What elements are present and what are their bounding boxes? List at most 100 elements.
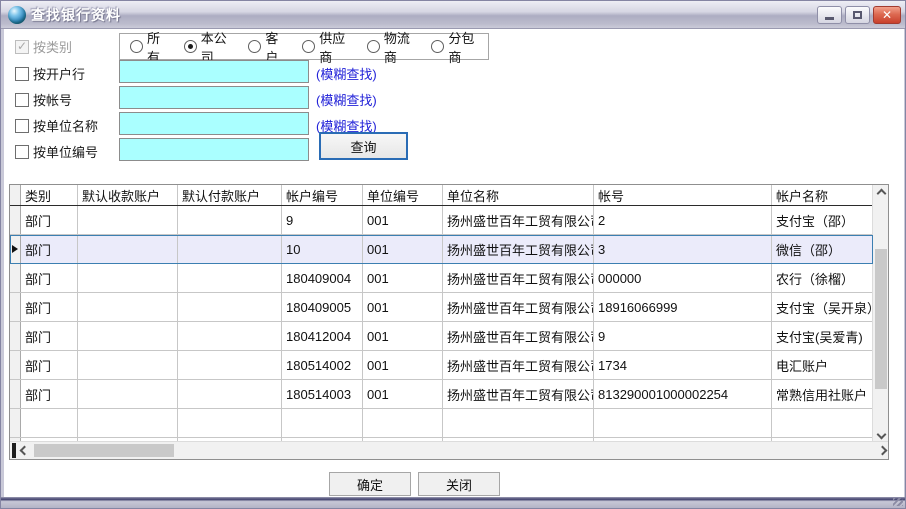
table-cell[interactable]: 扬州盛世百年工贸有限公司 bbox=[443, 235, 594, 263]
table-row[interactable]: 部门180514003001扬州盛世百年工贸有限公司81329000100000… bbox=[10, 380, 873, 409]
table-row[interactable]: 部门180514002001扬州盛世百年工贸有限公司1734电汇账户 bbox=[10, 351, 873, 380]
table-cell[interactable]: 扬州盛世百年工贸有限公司 bbox=[443, 322, 594, 350]
table-cell[interactable] bbox=[178, 322, 282, 350]
column-header[interactable]: 帐户编号 bbox=[282, 185, 363, 205]
column-header[interactable]: 默认付款账户 bbox=[178, 185, 282, 205]
table-cell[interactable]: 部门 bbox=[21, 264, 78, 292]
unit-code-input[interactable] bbox=[119, 138, 309, 161]
table-cell[interactable]: 001 bbox=[363, 206, 443, 234]
account-input[interactable] bbox=[119, 86, 309, 109]
resize-grip[interactable] bbox=[893, 498, 903, 506]
table-cell[interactable]: 9 bbox=[282, 206, 363, 234]
table-cell[interactable]: 180412004 bbox=[282, 322, 363, 350]
column-header[interactable]: 帐号 bbox=[594, 185, 772, 205]
table-row[interactable]: 部门 180412004001扬州盛世百年工贸有限公司9支付宝(吴爱青) bbox=[10, 322, 873, 351]
column-header[interactable]: 单位名称 bbox=[443, 185, 594, 205]
scroll-down-button[interactable] bbox=[873, 426, 889, 442]
table-cell[interactable]: 部门 bbox=[21, 380, 78, 408]
column-header[interactable]: 默认收款账户 bbox=[78, 185, 178, 205]
table-cell[interactable] bbox=[178, 380, 282, 408]
table-cell[interactable]: 部门 bbox=[21, 322, 78, 350]
unit-name-checkbox[interactable] bbox=[15, 119, 29, 133]
table-cell[interactable] bbox=[178, 235, 282, 263]
table-cell[interactable] bbox=[78, 322, 178, 350]
scroll-up-button[interactable] bbox=[873, 185, 889, 201]
unit-code-checkbox[interactable] bbox=[15, 145, 29, 159]
row-selector-cell[interactable] bbox=[10, 264, 21, 292]
table-cell[interactable] bbox=[78, 264, 178, 292]
table-cell[interactable]: 9 bbox=[594, 322, 772, 350]
table-cell[interactable]: 18916066999 bbox=[594, 293, 772, 321]
table-cell[interactable]: 000000 bbox=[594, 264, 772, 292]
table-cell[interactable]: 扬州盛世百年工贸有限公司 bbox=[443, 380, 594, 408]
table-cell[interactable]: 支付宝(吴爱青) bbox=[772, 322, 873, 350]
type-radio-4[interactable]: 物流商 bbox=[367, 28, 414, 66]
table-cell[interactable]: 部门 bbox=[21, 351, 78, 379]
table-cell[interactable]: 扬州盛世百年工贸有限公司 bbox=[443, 206, 594, 234]
table-cell[interactable] bbox=[78, 380, 178, 408]
table-cell[interactable]: 001 bbox=[363, 322, 443, 350]
scroll-left-button[interactable] bbox=[16, 442, 32, 458]
table-cell[interactable]: 001 bbox=[363, 235, 443, 263]
table-cell[interactable]: 3 bbox=[594, 235, 772, 263]
row-selector-cell[interactable] bbox=[10, 235, 21, 263]
table-cell[interactable]: 扬州盛世百年工贸有限公司 bbox=[443, 264, 594, 292]
type-radio-5[interactable]: 分包商 bbox=[431, 28, 478, 66]
ok-button[interactable]: 确定 bbox=[329, 472, 411, 496]
column-header[interactable]: 单位编号 bbox=[363, 185, 443, 205]
column-header[interactable]: 帐户名称 bbox=[772, 185, 873, 205]
table-row[interactable]: 部门 180409005001扬州盛世百年工贸有限公司18916066999支付宝… bbox=[10, 293, 873, 322]
table-cell[interactable]: 1734 bbox=[594, 351, 772, 379]
table-cell[interactable]: 支付宝（邵） bbox=[772, 206, 873, 234]
table-cell[interactable]: 180514003 bbox=[282, 380, 363, 408]
table-cell[interactable]: 部门 bbox=[21, 235, 78, 263]
table-row[interactable]: 部门 180409004001扬州盛世百年工贸有限公司000000农行（徐榴） bbox=[10, 264, 873, 293]
bank-input[interactable] bbox=[119, 60, 309, 83]
table-cell[interactable]: 常熟信用社账户 bbox=[772, 380, 873, 408]
dialog-close-button[interactable]: 关闭 bbox=[418, 472, 500, 496]
table-cell[interactable]: 001 bbox=[363, 264, 443, 292]
vertical-scroll-thumb[interactable] bbox=[875, 249, 887, 389]
table-cell[interactable]: 农行（徐榴） bbox=[772, 264, 873, 292]
table-cell[interactable] bbox=[78, 351, 178, 379]
table-cell[interactable]: 部门 bbox=[21, 206, 78, 234]
scroll-right-button[interactable] bbox=[874, 442, 889, 458]
row-selector-cell[interactable] bbox=[10, 351, 21, 379]
maximize-button[interactable] bbox=[845, 6, 870, 24]
column-header[interactable]: 类别 bbox=[21, 185, 78, 205]
horizontal-scroll-thumb[interactable] bbox=[34, 444, 174, 457]
row-selector-cell[interactable] bbox=[10, 380, 21, 408]
table-cell[interactable]: 2 bbox=[594, 206, 772, 234]
table-cell[interactable] bbox=[78, 235, 178, 263]
table-cell[interactable] bbox=[178, 293, 282, 321]
table-cell[interactable]: 电汇账户 bbox=[772, 351, 873, 379]
table-cell[interactable]: 001 bbox=[363, 351, 443, 379]
unit-name-input[interactable] bbox=[119, 112, 309, 135]
table-cell[interactable]: 支付宝（吴开泉） bbox=[772, 293, 873, 321]
table-cell[interactable]: 180409005 bbox=[282, 293, 363, 321]
table-cell[interactable]: 813290001000002254 bbox=[594, 380, 772, 408]
table-cell[interactable]: 180409004 bbox=[282, 264, 363, 292]
table-cell[interactable]: 扬州盛世百年工贸有限公司 bbox=[443, 351, 594, 379]
table-cell[interactable] bbox=[78, 206, 178, 234]
table-cell[interactable] bbox=[178, 206, 282, 234]
bank-checkbox[interactable] bbox=[15, 67, 29, 81]
table-cell[interactable] bbox=[178, 351, 282, 379]
type-radio-3[interactable]: 供应商 bbox=[302, 28, 349, 66]
row-selector-cell[interactable] bbox=[10, 322, 21, 350]
vertical-scrollbar[interactable] bbox=[872, 185, 888, 442]
query-button[interactable]: 查询 bbox=[319, 132, 408, 160]
table-cell[interactable] bbox=[178, 264, 282, 292]
table-cell[interactable]: 扬州盛世百年工贸有限公司 bbox=[443, 293, 594, 321]
horizontal-scrollbar[interactable] bbox=[10, 441, 889, 459]
row-selector-cell[interactable] bbox=[10, 293, 21, 321]
table-cell[interactable]: 001 bbox=[363, 293, 443, 321]
close-button[interactable]: ✕ bbox=[873, 6, 901, 24]
table-cell[interactable]: 微信（邵） bbox=[772, 235, 873, 263]
row-selector-cell[interactable] bbox=[10, 206, 21, 234]
table-row[interactable]: 部门 9001扬州盛世百年工贸有限公司2支付宝（邵） bbox=[10, 206, 873, 235]
table-cell[interactable]: 部门 bbox=[21, 293, 78, 321]
account-checkbox[interactable] bbox=[15, 93, 29, 107]
minimize-button[interactable] bbox=[817, 6, 842, 24]
table-cell[interactable]: 10 bbox=[282, 235, 363, 263]
